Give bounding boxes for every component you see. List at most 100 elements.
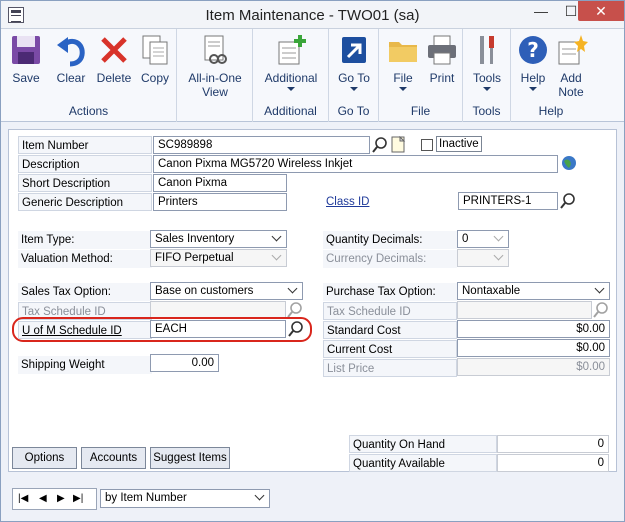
- list-price-field[interactable]: $0.00: [457, 358, 610, 376]
- chevron-down-icon: [270, 251, 285, 265]
- short-description-label: Short Description: [18, 174, 152, 192]
- ribbon-group-actions: Save Clear Delete Copy Actions: [1, 29, 177, 122]
- shipping-weight-field[interactable]: 0.00: [150, 354, 219, 372]
- item-number-label: Item Number: [18, 136, 152, 154]
- description-label: Description: [18, 155, 152, 173]
- currency-decimals-dropdown[interactable]: [457, 249, 509, 267]
- first-record-button[interactable]: |◀: [18, 493, 28, 504]
- purchase-tax-option-value: Nontaxable: [462, 285, 521, 297]
- additional-dropdown-icon: [287, 87, 295, 91]
- class-id-link[interactable]: Class ID: [323, 193, 403, 211]
- item-form: Item Number SC989898 Inactive Descriptio…: [8, 129, 617, 472]
- print-button[interactable]: Print: [423, 33, 461, 85]
- minimize-button[interactable]: —: [526, 1, 556, 21]
- all-in-one-label-1: All-in-One: [188, 71, 242, 85]
- save-icon: [9, 33, 43, 67]
- suggest-items-button[interactable]: Suggest Items: [150, 447, 230, 469]
- accounts-button[interactable]: Accounts: [81, 447, 146, 469]
- item-note-icon[interactable]: [389, 135, 407, 154]
- ribbon-group-additional-label: Additional: [264, 104, 317, 118]
- nav-buttons: |◀ ◀ ▶ ▶|: [12, 488, 97, 510]
- close-button[interactable]: ✕: [578, 1, 624, 21]
- all-in-one-view-button[interactable]: All-in-One View: [183, 33, 247, 99]
- ribbon-group-file: File Print File: [379, 29, 463, 122]
- item-maintenance-window: Item Maintenance - TWO01 (sa) — ☐ ✕ Save…: [0, 0, 625, 522]
- sales-tax-option-dropdown[interactable]: Base on customers: [150, 282, 303, 300]
- ribbon-group-additional: Additional Additional: [253, 29, 329, 122]
- clear-label: Clear: [56, 71, 86, 85]
- purchase-tax-schedule-field[interactable]: [457, 301, 592, 319]
- description-field[interactable]: Canon Pixma MG5720 Wireless Inkjet: [153, 155, 558, 173]
- tools-dropdown-icon: [483, 87, 491, 91]
- ribbon-group-all-in-one: All-in-One View: [177, 29, 253, 122]
- generic-description-field[interactable]: Printers: [153, 193, 287, 211]
- add-note-button[interactable]: Add Note: [553, 33, 589, 99]
- shipping-weight-label: Shipping Weight: [18, 356, 152, 374]
- copy-button[interactable]: Copy: [137, 33, 173, 85]
- sort-by-dropdown[interactable]: by Item Number: [100, 489, 270, 508]
- inactive-label: Inactive: [436, 136, 482, 152]
- current-cost-field[interactable]: $0.00: [457, 339, 610, 357]
- item-type-dropdown[interactable]: Sales Inventory: [150, 230, 287, 248]
- tools-button[interactable]: Tools: [467, 33, 507, 91]
- last-record-button[interactable]: ▶|: [73, 493, 83, 504]
- svg-text:?: ?: [527, 38, 539, 62]
- print-label: Print: [429, 71, 455, 85]
- help-label: Help: [520, 71, 546, 85]
- inactive-checkbox[interactable]: [421, 139, 433, 151]
- globe-icon[interactable]: [560, 154, 578, 172]
- title-bar: Item Maintenance - TWO01 (sa) — ☐ ✕: [1, 1, 624, 29]
- valuation-method-value: FIFO Perpetual: [155, 252, 234, 264]
- add-note-icon: [554, 33, 588, 67]
- copy-label: Copy: [140, 71, 169, 85]
- ribbon-group-help-label: Help: [538, 104, 564, 118]
- next-record-button[interactable]: ▶: [57, 493, 65, 504]
- delete-button[interactable]: Delete: [93, 33, 135, 85]
- short-description-field[interactable]: Canon Pixma: [153, 174, 287, 192]
- delete-label: Delete: [96, 71, 132, 85]
- valuation-method-label: Valuation Method:: [18, 250, 152, 268]
- purchase-tax-option-label: Purchase Tax Option:: [323, 283, 457, 301]
- class-id-field[interactable]: PRINTERS-1: [458, 192, 558, 210]
- quantity-available-field: 0: [497, 454, 609, 472]
- list-price-label: List Price: [323, 359, 457, 377]
- ribbon-group-file-label: File: [410, 104, 431, 118]
- currency-decimals-label: Currency Decimals:: [323, 250, 457, 268]
- goto-button[interactable]: Go To: [332, 33, 376, 91]
- sales-tax-option-value: Base on customers: [155, 285, 254, 297]
- additional-label: Additional: [264, 71, 318, 85]
- chevron-down-icon: [593, 284, 608, 298]
- additional-icon: [274, 33, 308, 67]
- sort-by-value: by Item Number: [105, 492, 187, 504]
- chevron-down-icon: [492, 232, 507, 246]
- additional-button[interactable]: Additional: [257, 33, 325, 91]
- item-number-field[interactable]: SC989898: [153, 136, 370, 154]
- goto-dropdown-icon: [350, 87, 358, 91]
- help-question-icon: ?: [516, 33, 550, 67]
- goto-label: Go To: [338, 71, 370, 85]
- purchase-tax-schedule-lookup-icon[interactable]: [592, 301, 610, 319]
- clear-button[interactable]: Clear: [51, 33, 91, 85]
- help-button[interactable]: ? Help: [515, 33, 551, 91]
- save-button[interactable]: Save: [7, 33, 45, 85]
- ribbon-group-goto: Go To Go To: [329, 29, 379, 122]
- valuation-method-dropdown[interactable]: FIFO Perpetual: [150, 249, 287, 267]
- uofm-schedule-link[interactable]: U of M Schedule ID: [18, 321, 152, 339]
- folder-icon: [386, 33, 420, 67]
- purchase-tax-schedule-label: Tax Schedule ID: [323, 302, 457, 320]
- sales-tax-option-label: Sales Tax Option:: [18, 283, 152, 301]
- purchase-tax-option-dropdown[interactable]: Nontaxable: [457, 282, 610, 300]
- ribbon-group-actions-label: Actions: [68, 104, 109, 118]
- uofm-schedule-field[interactable]: EACH: [150, 320, 286, 338]
- standard-cost-label: Standard Cost: [323, 321, 457, 339]
- options-button[interactable]: Options: [12, 447, 77, 469]
- quantity-decimals-dropdown[interactable]: 0: [457, 230, 509, 248]
- file-button[interactable]: File: [383, 33, 423, 91]
- ribbon-group-help: ? Help Add Note Help: [511, 29, 591, 122]
- standard-cost-field[interactable]: $0.00: [457, 320, 610, 338]
- class-id-lookup-icon[interactable]: [559, 192, 577, 210]
- item-number-lookup-icon[interactable]: [371, 136, 389, 154]
- help-dropdown-icon: [529, 87, 537, 91]
- uofm-schedule-lookup-icon[interactable]: [287, 320, 305, 338]
- previous-record-button[interactable]: ◀: [39, 493, 47, 504]
